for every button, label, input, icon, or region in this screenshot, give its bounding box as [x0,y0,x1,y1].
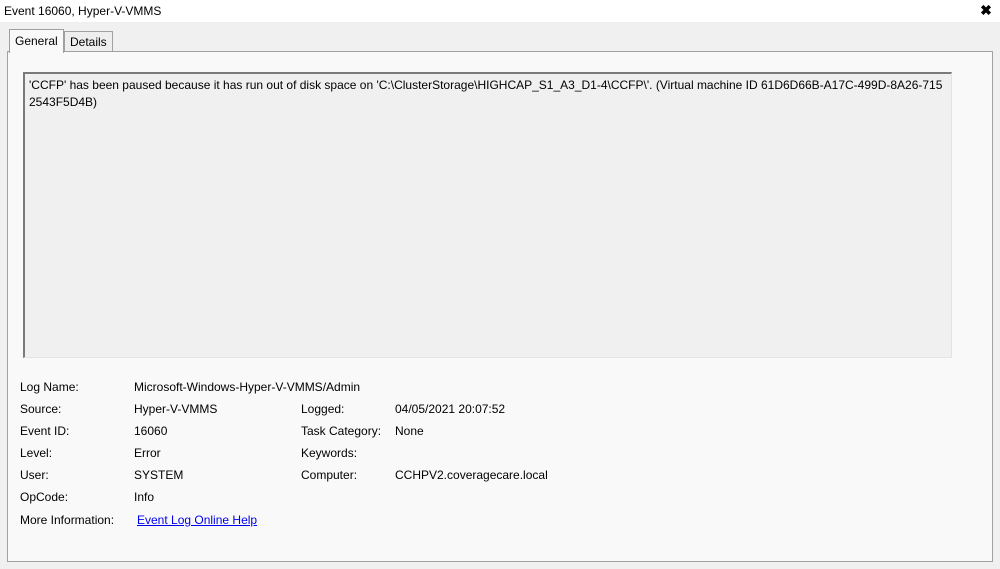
event-id-label: Event ID: [20,424,70,438]
opcode-label: OpCode: [20,490,69,504]
log-name-label: Log Name: [20,380,79,394]
event-id-value: 16060 [134,424,168,438]
window-title: Event 16060, Hyper-V-VMMS [4,4,162,18]
level-label: Level: [20,446,53,460]
level-value: Error [134,446,161,460]
title-bar: Event 16060, Hyper-V-VMMS ✖ [0,0,1000,22]
event-description[interactable]: 'CCFP' has been paused because it has ru… [23,72,952,358]
opcode-value: Info [134,490,155,504]
event-log-online-help-link[interactable]: Event Log Online Help [137,513,257,527]
computer-label: Computer: [301,468,358,482]
more-information-label: More Information: [20,513,115,527]
keywords-label: Keywords: [301,446,358,460]
task-category-value: None [395,424,424,438]
user-label: User: [20,468,49,482]
task-category-label: Task Category: [301,424,382,438]
tab-details[interactable]: Details [64,31,113,52]
computer-value: CCHPV2.coveragecare.local [395,468,548,482]
logged-value: 04/05/2021 20:07:52 [395,402,506,416]
source-label: Source: [20,402,62,416]
log-name-value: Microsoft-Windows-Hyper-V-VMMS/Admin [134,380,361,394]
general-panel: 'CCFP' has been paused because it has ru… [7,51,993,562]
logged-label: Logged: [301,402,345,416]
user-value: SYSTEM [134,468,184,482]
close-icon[interactable]: ✖ [978,2,994,18]
tab-general[interactable]: General [9,29,64,53]
source-value: Hyper-V-VMMS [134,402,218,416]
